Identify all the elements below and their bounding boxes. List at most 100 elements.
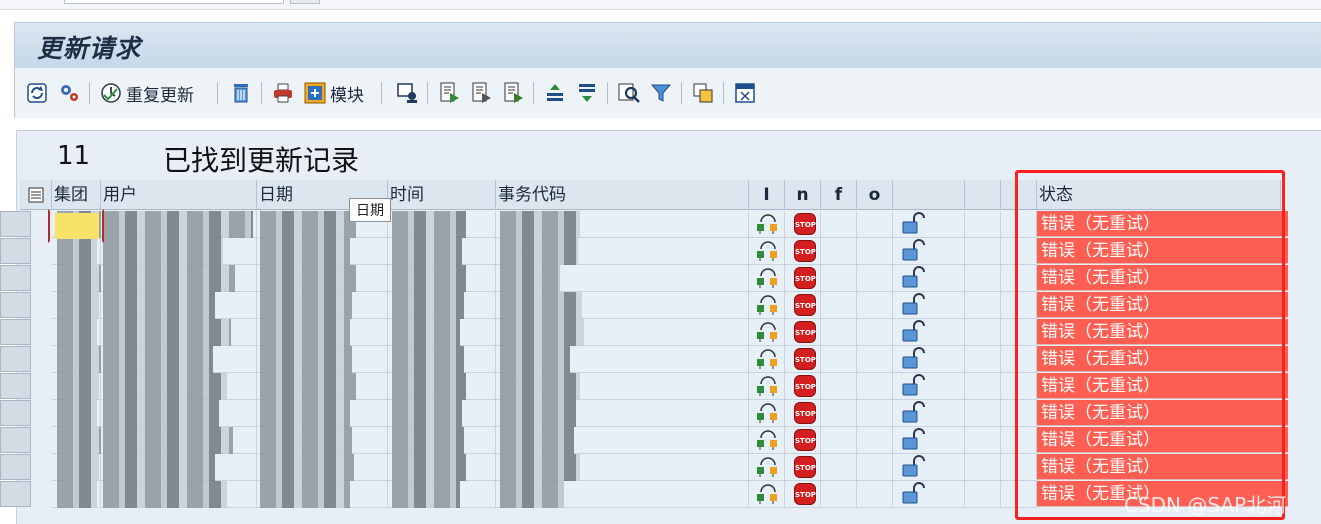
row-selector[interactable]	[0, 319, 31, 345]
row-selector[interactable]	[0, 238, 31, 264]
stop-icon[interactable]: STOP	[794, 402, 816, 424]
table-cell[interactable]	[857, 265, 893, 292]
table-cell[interactable]	[965, 481, 1001, 508]
table-cell[interactable]	[821, 265, 857, 292]
table-cell[interactable]	[965, 238, 1001, 265]
row-selector[interactable]	[0, 481, 31, 507]
table-cell[interactable]	[857, 319, 893, 346]
table-cell[interactable]	[821, 427, 857, 454]
sort-ascending-button[interactable]	[543, 80, 567, 106]
process-tree-icon[interactable]	[755, 482, 781, 506]
table-cell[interactable]	[965, 319, 1001, 346]
table-cell[interactable]	[821, 292, 857, 319]
process-tree-icon[interactable]	[755, 455, 781, 479]
table-cell[interactable]	[821, 400, 857, 427]
stop-icon[interactable]: STOP	[794, 375, 816, 397]
table-cell[interactable]	[965, 427, 1001, 454]
col-header-i[interactable]: I	[749, 180, 785, 210]
unlock-icon[interactable]	[902, 401, 926, 425]
table-cell[interactable]	[965, 292, 1001, 319]
row-selector[interactable]	[0, 454, 31, 480]
table-cell[interactable]	[965, 265, 1001, 292]
col-header-f[interactable]: f	[821, 180, 857, 210]
sort-descending-button[interactable]	[575, 80, 599, 106]
reupdate-button[interactable]: 重复更新	[99, 80, 194, 106]
unlock-icon[interactable]	[902, 482, 926, 506]
col-header-lock[interactable]	[893, 180, 965, 210]
unlock-icon[interactable]	[902, 347, 926, 371]
col-header-blank-1[interactable]	[965, 180, 1001, 210]
table-cell[interactable]	[821, 373, 857, 400]
col-header-o[interactable]: o	[857, 180, 893, 210]
table-cell[interactable]	[857, 373, 893, 400]
stop-icon[interactable]: STOP	[794, 321, 816, 343]
table-cell[interactable]	[857, 211, 893, 238]
print-button[interactable]	[271, 80, 295, 106]
table-cell[interactable]	[857, 346, 893, 373]
find-button[interactable]	[617, 80, 641, 106]
filter-button[interactable]	[649, 80, 673, 106]
unlock-icon[interactable]	[902, 266, 926, 290]
unlock-icon[interactable]	[902, 455, 926, 479]
user-detail-button[interactable]	[395, 80, 419, 106]
unlock-icon[interactable]	[902, 428, 926, 452]
settings-button[interactable]	[57, 80, 81, 106]
table-cell[interactable]	[965, 454, 1001, 481]
process-tree-icon[interactable]	[755, 347, 781, 371]
process-tree-icon[interactable]	[755, 401, 781, 425]
grid-menu-button[interactable]	[20, 180, 52, 210]
doc-forward-button[interactable]	[437, 80, 461, 106]
stop-icon[interactable]: STOP	[794, 213, 816, 235]
process-tree-icon[interactable]	[755, 266, 781, 290]
unlock-icon[interactable]	[902, 293, 926, 317]
doc-list-button[interactable]	[469, 80, 493, 106]
col-header-transaction[interactable]: 事务代码	[496, 180, 749, 210]
unlock-icon[interactable]	[902, 239, 926, 263]
table-cell[interactable]	[965, 346, 1001, 373]
process-tree-icon[interactable]	[755, 320, 781, 344]
module-button[interactable]: 模块	[303, 80, 364, 106]
process-tree-icon[interactable]	[755, 428, 781, 452]
unlock-icon[interactable]	[902, 212, 926, 236]
row-selector[interactable]	[0, 427, 31, 453]
row-selector[interactable]	[0, 373, 31, 399]
table-cell[interactable]	[821, 319, 857, 346]
table-cell[interactable]	[857, 400, 893, 427]
table-cell[interactable]	[965, 211, 1001, 238]
delete-button[interactable]	[229, 80, 253, 106]
row-selector[interactable]	[0, 400, 31, 426]
process-tree-icon[interactable]	[755, 239, 781, 263]
stop-icon[interactable]: STOP	[794, 456, 816, 478]
table-cell[interactable]	[857, 427, 893, 454]
col-header-client[interactable]: 集团	[52, 180, 101, 210]
command-field[interactable]	[64, 0, 284, 4]
stop-icon[interactable]: STOP	[794, 267, 816, 289]
table-cell[interactable]	[857, 238, 893, 265]
stop-icon[interactable]: STOP	[794, 483, 816, 505]
table-cell[interactable]	[857, 481, 893, 508]
row-selector[interactable]	[0, 211, 31, 237]
table-cell[interactable]	[965, 373, 1001, 400]
table-cell[interactable]	[821, 346, 857, 373]
table-cell[interactable]	[857, 454, 893, 481]
row-selector[interactable]	[0, 346, 31, 372]
doc-check-button[interactable]	[501, 80, 525, 106]
process-tree-icon[interactable]	[755, 374, 781, 398]
process-tree-icon[interactable]	[755, 293, 781, 317]
row-selector[interactable]	[0, 265, 31, 291]
process-tree-icon[interactable]	[755, 212, 781, 236]
table-cell[interactable]	[821, 454, 857, 481]
layout-button[interactable]	[691, 80, 715, 106]
col-header-user[interactable]: 用户	[101, 180, 257, 210]
export-button[interactable]	[733, 80, 757, 106]
stop-icon[interactable]: STOP	[794, 348, 816, 370]
refresh-button[interactable]	[25, 80, 49, 106]
table-cell[interactable]	[821, 211, 857, 238]
table-cell[interactable]	[965, 400, 1001, 427]
unlock-icon[interactable]	[902, 320, 926, 344]
col-header-n[interactable]: n	[785, 180, 821, 210]
col-header-time[interactable]: 时间	[388, 180, 496, 210]
row-selector[interactable]	[0, 292, 31, 318]
stop-icon[interactable]: STOP	[794, 294, 816, 316]
table-cell[interactable]	[857, 292, 893, 319]
